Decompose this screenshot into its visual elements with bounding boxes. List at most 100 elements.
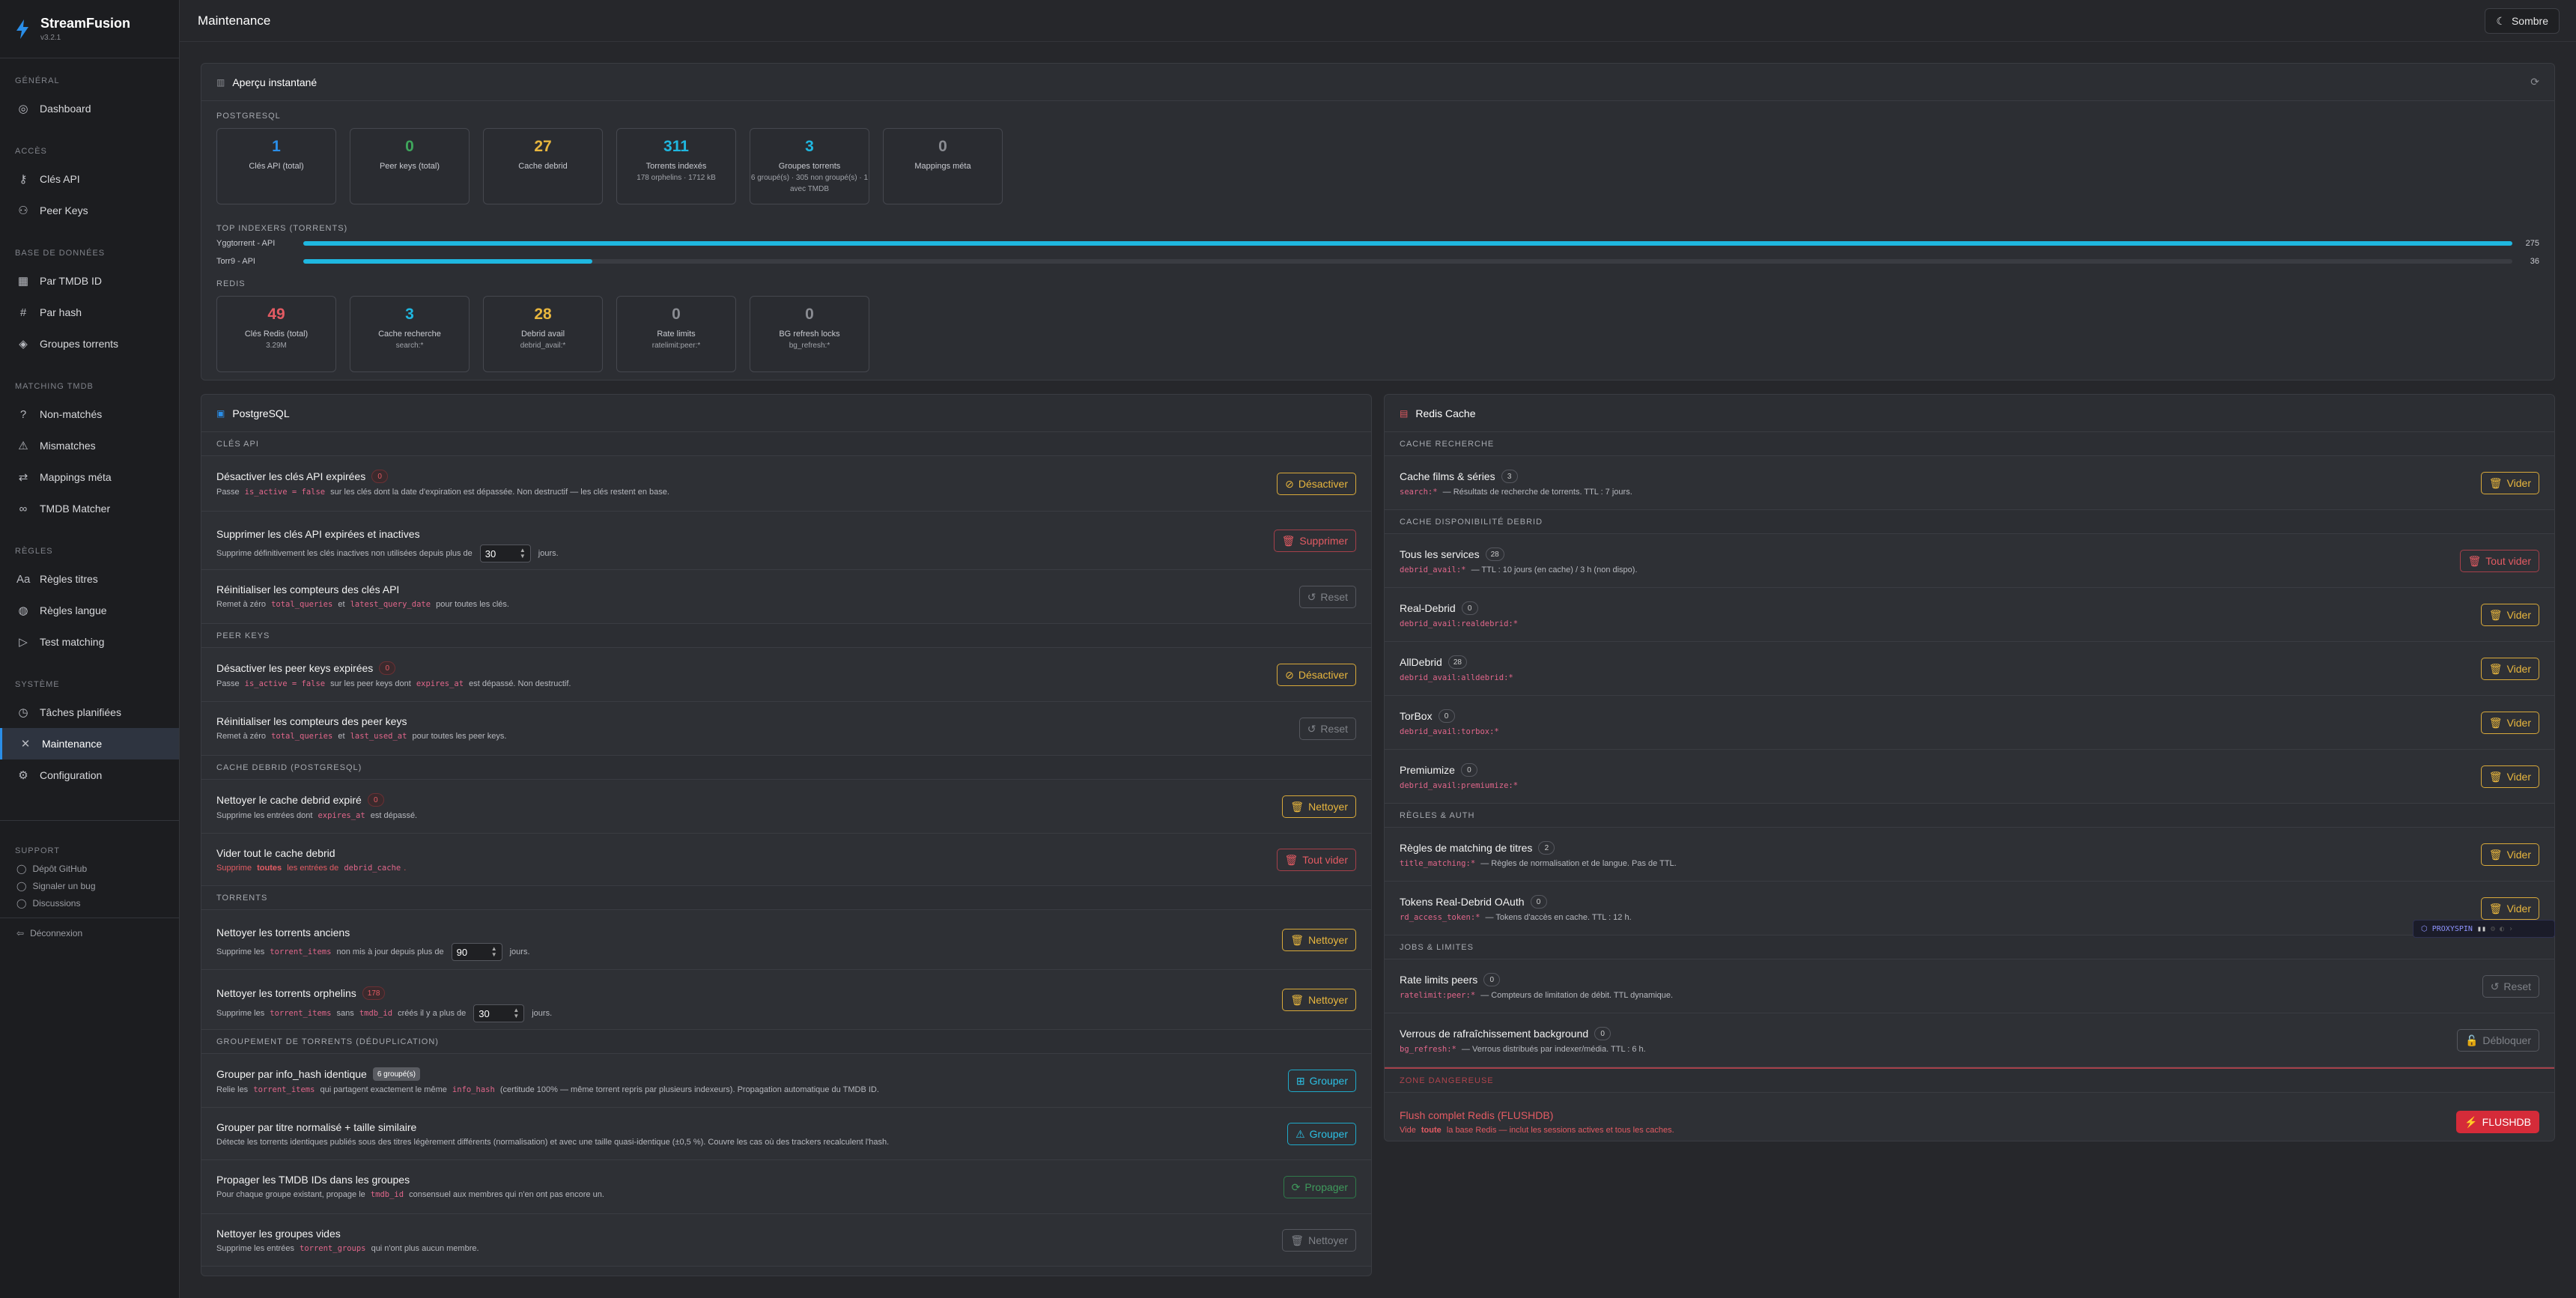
sidebar: StreamFusion v3.2.1 Général ◎ Dashboard Acc… [0, 0, 180, 1298]
reset-button[interactable]: ↺ Reset [1298, 586, 1356, 608]
desc-text: Remet à zéro [216, 600, 269, 609]
reset-button[interactable]: ↺ Reset [2482, 975, 2539, 998]
op-title-text: Réinitialiser les compteurs des clés API [216, 583, 400, 595]
desc-text: Passe [216, 488, 242, 497]
logout-link[interactable]: ⇦ Déconnexion [0, 924, 179, 941]
proxy-badge[interactable]: ⬡ PROXYSPIN ▮▮ ⚙ ◐ › [2413, 920, 2555, 938]
desc-text: Supprime définitivement les clés inactiv… [216, 549, 473, 558]
theme-toggle-button[interactable]: ☾ Sombre [2485, 8, 2560, 34]
flushdb-button[interactable]: ⚡ FLUSHDB [2456, 1111, 2539, 1133]
op-title-text: Règles de matching de titres [1400, 842, 1533, 854]
debloquer-button[interactable]: 🔓 Débloquer [2456, 1029, 2539, 1052]
sidebar-item-test-matching[interactable]: ▷ Test matching [0, 626, 179, 658]
code-snippet: tmdb_id [359, 1009, 393, 1018]
op-title: Désactiver les peer keys expirées 0 [216, 661, 1356, 675]
sidebar-item-label: Dashboard [40, 103, 91, 115]
support-link-discussions[interactable]: ◯ Discussions [0, 894, 179, 912]
button-label: Vider [2506, 717, 2531, 729]
sidebar-item-par-hash[interactable]: # Par hash [0, 297, 179, 328]
desc-text: — Verrous distribués par indexer/média. … [1459, 1045, 1646, 1054]
code-snippet: is_active = false [244, 488, 326, 497]
nettoyer-button[interactable]: 🗑 Nettoyer [1282, 989, 1356, 1011]
op-desc: debrid_avail:torbox:* [1400, 727, 2539, 736]
grouper-button[interactable]: ⊞ Grouper [1287, 1070, 1356, 1092]
days-input[interactable]: 30 ▲ ▼ [473, 1004, 525, 1022]
stat-cache-debrid: 27 Cache debrid [483, 128, 603, 204]
vider-button[interactable]: 🗑 Vider [2480, 472, 2539, 494]
op-title-text: Tous les services [1400, 548, 1480, 560]
op-title-text: Tokens Real-Debrid OAuth [1400, 896, 1525, 908]
redis-card-title: Redis Cache [1415, 407, 1476, 419]
sidebar-item-groupes-torrents[interactable]: ◈ Groupes torrents [0, 328, 179, 360]
sidebar-item-taches-planifiees[interactable]: ◷ Tâches planifiées [0, 697, 179, 728]
sidebar-item-regles-langue[interactable]: ◍ Règles langue [0, 595, 179, 626]
group-label-peer-keys: Peer keys [201, 624, 1371, 648]
nettoyer-button[interactable]: 🗑 Nettoyer [1282, 929, 1356, 951]
op-title: Tokens Real-Debrid OAuth 0 [1400, 895, 2539, 909]
sidebar-item-regles-titres[interactable]: Aa Règles titres [0, 563, 179, 595]
globe-icon: ◍ [18, 604, 28, 617]
sidebar-item-tmdb-matcher[interactable]: ∞ TMDB Matcher [0, 493, 179, 524]
op-real-debrid: Real-Debrid 0 debrid_avail:realdebrid:* 🗑 Vi… [1385, 588, 2554, 642]
grouper-button[interactable]: ⚠ Grouper [1287, 1123, 1356, 1145]
link-icon: ∞ [19, 502, 28, 515]
vider-button[interactable]: 🗑 Vider [2480, 712, 2539, 734]
sidebar-item-cles-api[interactable]: ⚷ Clés API [0, 163, 179, 195]
propager-button[interactable]: ⟳ Propager [1283, 1176, 1356, 1198]
button-icon: 🗑 [2488, 608, 2503, 621]
desc-text: qui n'ont plus aucun membre. [368, 1244, 479, 1253]
button-label: Désactiver [1298, 669, 1348, 681]
op-title: AllDebrid 28 [1400, 655, 2539, 669]
op-title: Verrous de rafraîchissement background 0 [1400, 1027, 2539, 1040]
play-icon: ▷ [19, 636, 28, 649]
op-title-text: Supprimer les clés API expirées et inact… [216, 528, 420, 540]
desc-text: pour toutes les peer keys. [410, 732, 507, 741]
sidebar-item-par-tmdb-id[interactable]: ▦ Par TMDB ID [0, 265, 179, 297]
code-snippet: torrent_groups [300, 1244, 366, 1253]
sidebar-item-mappings-meta[interactable]: ⇄ Mappings méta [0, 461, 179, 493]
reset-button[interactable]: ↺ Reset [1298, 718, 1356, 740]
brand[interactable]: StreamFusion v3.2.1 [0, 0, 179, 58]
support-link-bug[interactable]: ◯ Signaler un bug [0, 877, 179, 894]
count-badge: 0 [1483, 973, 1501, 986]
op-title: Réinitialiser les compteurs des clés API [216, 583, 1356, 595]
desactiver-button[interactable]: ⊘ Désactiver [1277, 664, 1356, 686]
vider-button[interactable]: 🗑 Vider [2480, 658, 2539, 680]
button-icon: 🗑 [1290, 800, 1304, 813]
moon-icon: ☾ [2496, 14, 2506, 27]
vider-button[interactable]: 🗑 Vider [2480, 897, 2539, 920]
button-icon: 🔓 [2464, 1034, 2479, 1046]
sidebar-item-non-matches[interactable]: ? Non-matchés [0, 398, 179, 430]
button-icon: 🗑 [1290, 933, 1304, 946]
desc-text: Passe [216, 679, 242, 688]
vider-button[interactable]: 🗑 Vider [2480, 843, 2539, 866]
indexer-bar-track [303, 241, 2512, 246]
desactiver-button[interactable]: ⊘ Désactiver [1277, 473, 1356, 495]
days-input[interactable]: 90 ▲ ▼ [451, 943, 502, 961]
sidebar-item-maintenance[interactable]: ✕ Maintenance [0, 728, 179, 759]
tout-vider-button[interactable]: 🗑 Tout vider [2459, 550, 2539, 572]
op-rate-limits-peers: Rate limits peers 0 ratelimit:peer:* — Com… [1385, 959, 2554, 1013]
sidebar-item-peer-keys[interactable]: ⚇ Peer Keys [0, 195, 179, 226]
desc-text: — Résultats de recherche de torrents. TT… [1440, 488, 1632, 497]
supprimer-button[interactable]: 🗑 Supprimer [1273, 530, 1356, 552]
sidebar-item-configuration[interactable]: ⚙ Configuration [0, 759, 179, 791]
nettoyer-button[interactable]: 🗑 Nettoyer [1282, 1229, 1356, 1252]
stat-value: 49 [267, 306, 285, 323]
code-snippet: search:* [1400, 488, 1438, 497]
op-desc: rd_access_token:* — Tokens d'accès en ca… [1400, 913, 2539, 922]
refresh-icon[interactable]: ⟳ [2530, 76, 2539, 88]
tout-vider-button[interactable]: 🗑 Tout vider [1276, 849, 1356, 871]
code-snippet: torrent_items [253, 1085, 315, 1094]
chat-icon: ◯ [16, 897, 27, 909]
vider-button[interactable]: 🗑 Vider [2480, 604, 2539, 626]
days-input[interactable]: 30 ▲ ▼ [479, 545, 531, 562]
support-link-github[interactable]: ◯ Dépôt GitHub [0, 860, 179, 877]
stat-value: 0 [405, 138, 414, 155]
sidebar-item-mismatches[interactable]: ⚠ Mismatches [0, 430, 179, 461]
desc-text: — Compteurs de limitation de débit. TTL … [1478, 991, 1674, 1000]
button-label: Grouper [1309, 1075, 1348, 1087]
sidebar-item-dashboard[interactable]: ◎ Dashboard [0, 93, 179, 124]
nettoyer-button[interactable]: 🗑 Nettoyer [1282, 795, 1356, 818]
vider-button[interactable]: 🗑 Vider [2480, 765, 2539, 788]
